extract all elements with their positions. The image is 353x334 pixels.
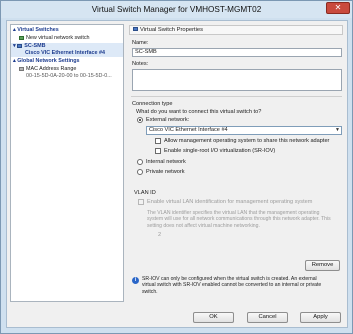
properties-header: Virtual Switch Properties: [129, 25, 343, 35]
global-settings-section[interactable]: ▴ Global Network Settings: [13, 58, 80, 65]
ok-button[interactable]: OK: [193, 312, 234, 323]
internal-network-radio[interactable]: [137, 159, 143, 165]
switch-adapter-label: Cisco VIC Ethernet Interface #4: [25, 50, 105, 56]
tree-item-mac-range[interactable]: MAC Address Range: [19, 66, 76, 73]
notes-input[interactable]: [132, 69, 342, 91]
vlan-description: The VLAN identifier specifies the virtua…: [147, 210, 331, 229]
divider: [131, 96, 342, 97]
new-switch-icon: [19, 35, 24, 40]
sriov-note-line: switch.: [142, 288, 158, 295]
mac-range-value: 00-15-5D-0A-20-00 to 00-15-5D-0...: [26, 73, 112, 79]
title-bar: Virtual Switch Manager for VMHOST-MGMT02…: [1, 1, 352, 18]
dialog-buttons: OK Cancel Apply: [7, 307, 347, 327]
vlan-enable-label: Enable virtual LAN identification for ma…: [147, 199, 313, 205]
vlan-id-value[interactable]: 2: [158, 232, 161, 238]
connection-question: What do you want to connect this virtual…: [136, 109, 262, 115]
properties-panel: Virtual Switch Properties Name: SC-SMB N…: [128, 24, 345, 302]
close-button[interactable]: ✕: [326, 2, 350, 14]
virtual-switches-header: Virtual Switches: [17, 27, 59, 33]
vlan-description-line: system will use for all network communic…: [147, 216, 331, 223]
apply-button[interactable]: Apply: [300, 312, 341, 323]
info-icon: i: [132, 277, 139, 284]
virtual-switches-section[interactable]: ▴ Virtual Switches: [13, 27, 59, 34]
external-network-radio[interactable]: [137, 117, 143, 123]
connection-type-label: Connection type: [132, 101, 173, 107]
vlan-description-line: setting does not affect virtual machine …: [147, 222, 260, 229]
switch-tree: ▴ Virtual Switches New virtual network s…: [10, 24, 124, 302]
mac-range-icon: [19, 66, 24, 71]
virtual-switch-manager-window: Virtual Switch Manager for VMHOST-MGMT02…: [0, 0, 353, 334]
mac-range-label: MAC Address Range: [26, 66, 77, 72]
tree-item-sc-smb[interactable]: ▾ SC-SMB: [11, 43, 123, 50]
sriov-note-line: virtual switch with SR-IOV enabled canno…: [142, 282, 322, 289]
internal-network-label: Internal network: [146, 159, 186, 165]
switch-icon: [133, 27, 138, 32]
allow-management-label: Allow management operating system to sha…: [164, 138, 330, 144]
name-label: Name:: [132, 40, 149, 46]
name-input[interactable]: SC-SMB: [132, 48, 342, 57]
external-network-label: External network:: [146, 117, 190, 123]
tree-item-sc-smb-adapter[interactable]: Cisco VIC Ethernet Interface #4: [11, 50, 123, 57]
tree-item-new-switch[interactable]: New virtual network switch: [19, 35, 90, 42]
remove-button[interactable]: Remove: [305, 260, 340, 271]
allow-management-checkbox[interactable]: [155, 138, 161, 144]
switch-name-label: SC-SMB: [24, 43, 46, 49]
enable-sriov-label: Enable single-root I/O virtualization (S…: [164, 148, 276, 154]
global-settings-header: Global Network Settings: [17, 58, 80, 64]
private-network-radio[interactable]: [137, 169, 143, 175]
enable-sriov-checkbox[interactable]: [155, 148, 161, 154]
vlan-id-label: VLAN ID: [134, 190, 156, 196]
private-network-label: Private network: [146, 169, 185, 175]
cancel-button[interactable]: Cancel: [247, 312, 288, 323]
dialog-client-area: ▴ Virtual Switches New virtual network s…: [6, 20, 348, 328]
sriov-note: SR-IOV can only be configured when the v…: [142, 276, 321, 295]
window-title: Virtual Switch Manager for VMHOST-MGMT02: [91, 5, 262, 14]
chevron-down-icon: ▼: [335, 127, 340, 133]
external-adapter-value: Cisco VIC Ethernet Interface #4: [149, 127, 228, 133]
switch-icon: [17, 43, 23, 48]
properties-header-label: Virtual Switch Properties: [140, 27, 204, 33]
notes-label: Notes:: [132, 61, 149, 67]
external-adapter-select[interactable]: Cisco VIC Ethernet Interface #4 ▼: [146, 126, 342, 135]
new-switch-label: New virtual network switch: [26, 35, 90, 41]
vlan-enable-checkbox[interactable]: [138, 199, 144, 205]
